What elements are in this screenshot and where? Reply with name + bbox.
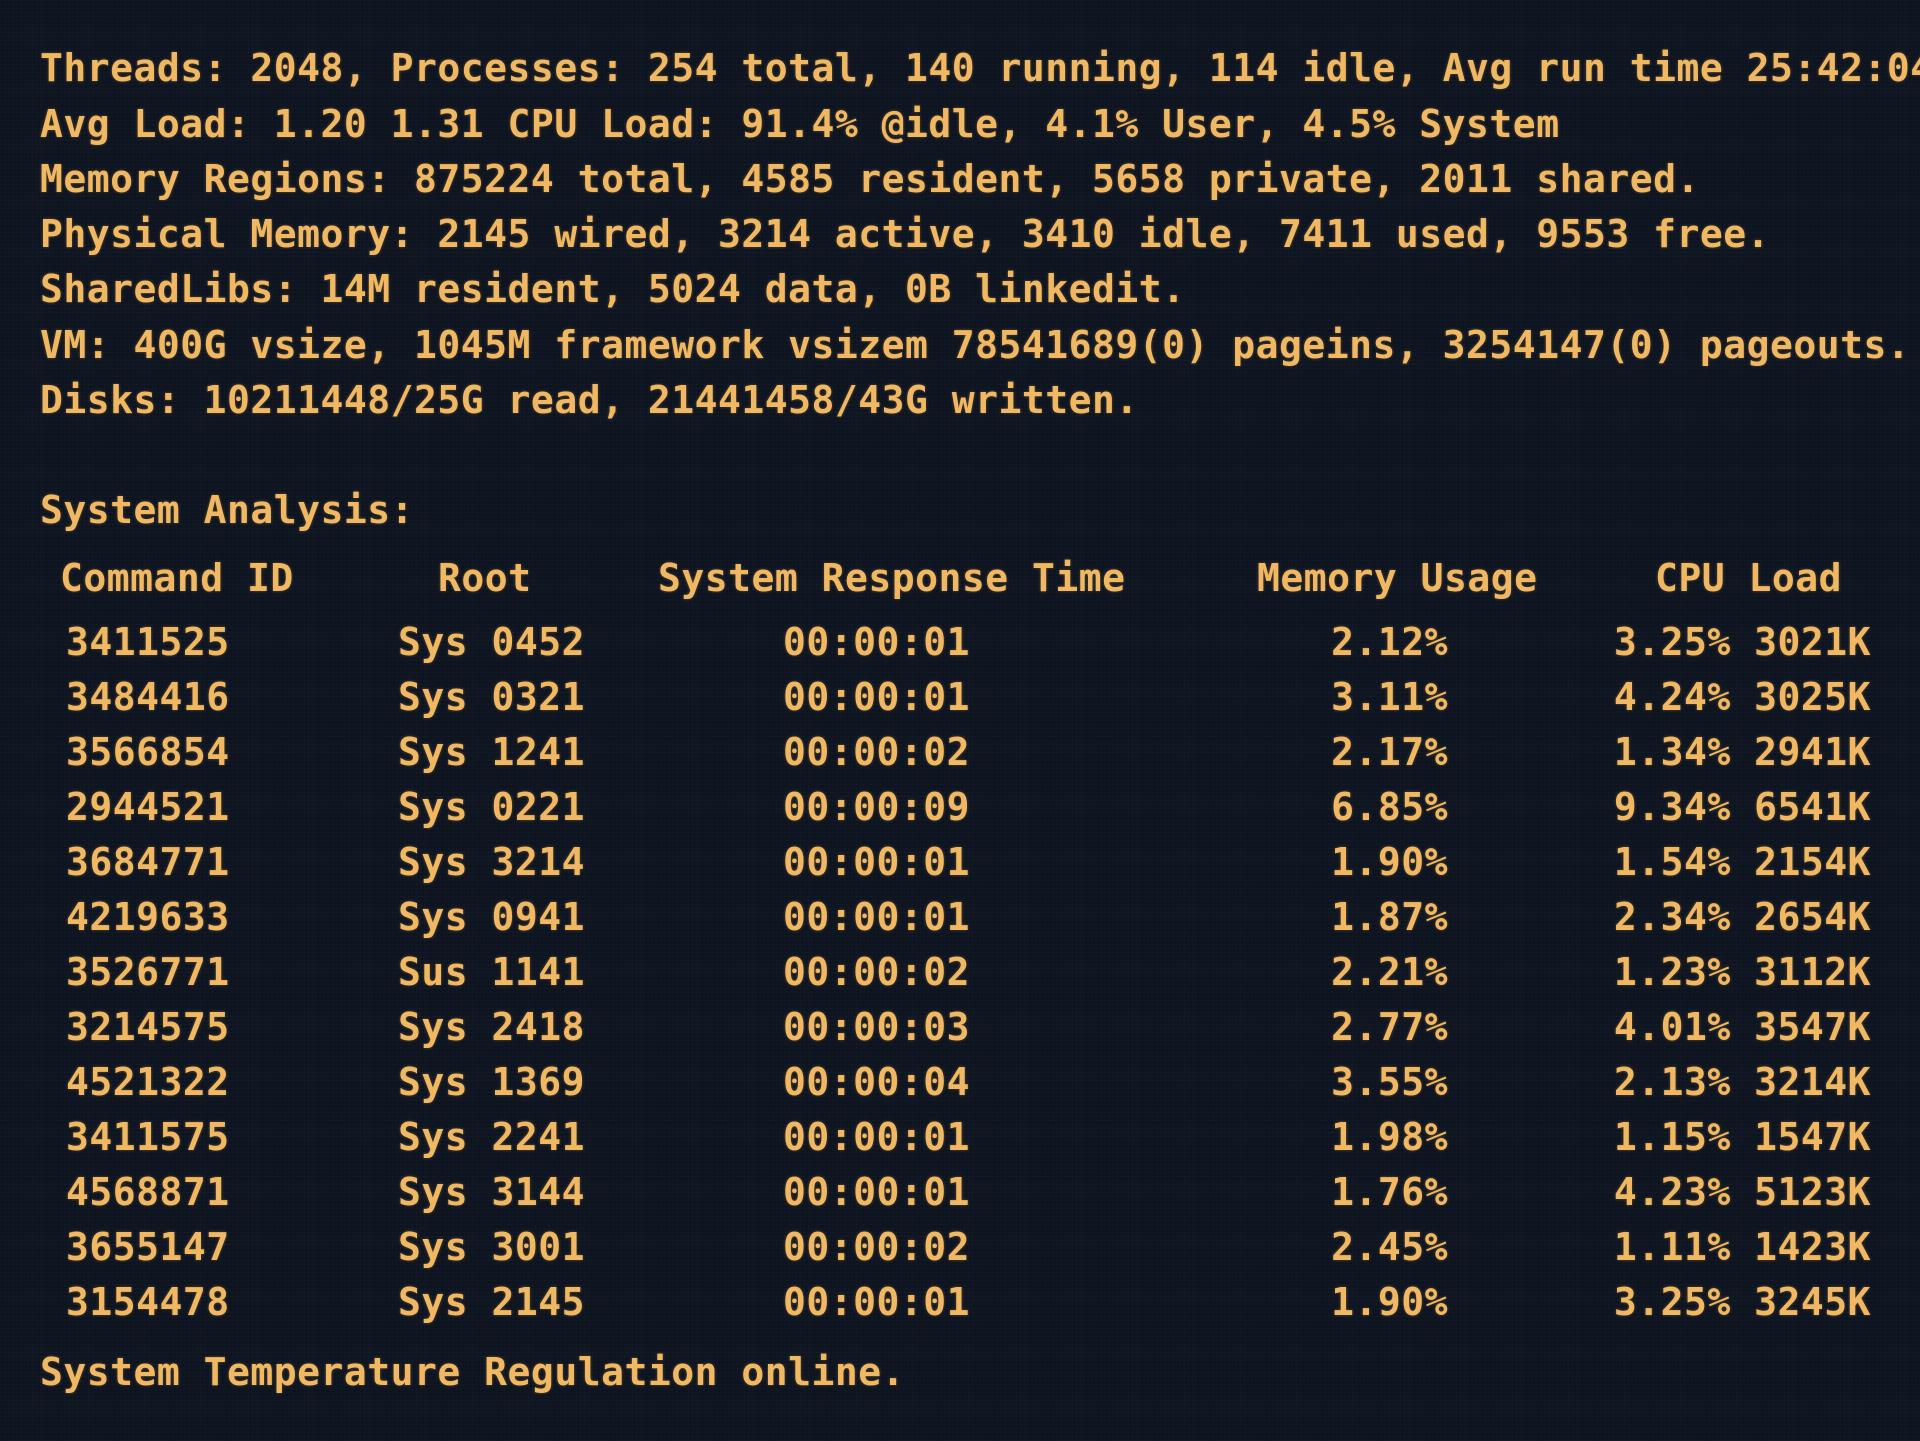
cell-memory-usage: 2.21% (1331, 950, 1448, 994)
cell-command-id: 3566854 (66, 730, 230, 774)
cell-command-id: 3411575 (66, 1115, 230, 1159)
cell-root: Sys 2241 (398, 1115, 586, 1159)
threads-summary-line: Threads: 2048, Processes: 254 total, 140… (40, 46, 1920, 90)
cell-memory-usage: 3.55% (1331, 1060, 1448, 1104)
cell-cpu-load: 4.24% 3025K (1613, 675, 1871, 719)
cell-root: Sys 0321 (398, 675, 586, 719)
cell-root: Sys 2145 (398, 1280, 586, 1324)
cell-cpu-load: 1.34% 2941K (1613, 730, 1871, 774)
cell-memory-usage: 2.45% (1331, 1225, 1448, 1269)
cell-root: Sys 3001 (398, 1225, 586, 1269)
cell-root: Sys 0221 (398, 785, 586, 829)
cell-root: Sys 2418 (398, 1005, 586, 1049)
cell-memory-usage: 1.90% (1331, 840, 1448, 884)
cell-root: Sys 3214 (398, 840, 586, 884)
column-header-command-id: Command ID (60, 556, 294, 600)
cell-command-id: 4568871 (66, 1170, 230, 1214)
load-summary-line: Avg Load: 1.20 1.31 CPU Load: 91.4% @idl… (40, 102, 1560, 146)
cell-command-id: 4219633 (66, 895, 230, 939)
cell-command-id: 3484416 (66, 675, 230, 719)
cell-command-id: 3411525 (66, 620, 230, 664)
cell-memory-usage: 1.87% (1331, 895, 1448, 939)
cell-memory-usage: 2.77% (1331, 1005, 1448, 1049)
column-header-memory-usage: Memory Usage (1257, 556, 1538, 600)
cell-response-time: 00:00:01 (783, 840, 971, 884)
cell-memory-usage: 3.11% (1331, 675, 1448, 719)
cell-cpu-load: 1.23% 3112K (1613, 950, 1871, 994)
cell-cpu-load: 3.25% 3245K (1613, 1280, 1871, 1324)
cell-response-time: 00:00:01 (783, 1280, 971, 1324)
cell-root: Sys 1369 (398, 1060, 586, 1104)
status-line: System Temperature Regulation online. (40, 1350, 905, 1394)
cell-command-id: 3526771 (66, 950, 230, 994)
column-header-response-time: System Response Time (658, 556, 1126, 600)
cell-cpu-load: 2.13% 3214K (1613, 1060, 1871, 1104)
cell-command-id: 3154478 (66, 1280, 230, 1324)
cell-command-id: 4521322 (66, 1060, 230, 1104)
cell-memory-usage: 2.17% (1331, 730, 1448, 774)
cell-cpu-load: 2.34% 2654K (1613, 895, 1871, 939)
terminal-window: Threads: 2048, Processes: 254 total, 140… (0, 0, 1920, 1441)
cell-cpu-load: 1.54% 2154K (1613, 840, 1871, 884)
cell-response-time: 00:00:04 (783, 1060, 971, 1104)
cell-response-time: 00:00:02 (783, 950, 971, 994)
cell-response-time: 00:00:01 (783, 675, 971, 719)
cell-root: Sys 3144 (398, 1170, 586, 1214)
cell-cpu-load: 1.15% 1547K (1613, 1115, 1871, 1159)
cell-root: Sys 0452 (398, 620, 586, 664)
cell-cpu-load: 3.25% 3021K (1613, 620, 1871, 664)
cell-cpu-load: 4.23% 5123K (1613, 1170, 1871, 1214)
cell-cpu-load: 4.01% 3547K (1613, 1005, 1871, 1049)
cell-response-time: 00:00:09 (783, 785, 971, 829)
physical-memory-line: Physical Memory: 2145 wired, 3214 active… (40, 212, 1770, 256)
disks-line: Disks: 10211448/25G read, 21441458/43G w… (40, 378, 1139, 422)
cell-command-id: 3684771 (66, 840, 230, 884)
cell-cpu-load: 9.34% 6541K (1613, 785, 1871, 829)
column-header-cpu-load: CPU Load (1655, 556, 1843, 600)
memory-regions-line: Memory Regions: 875224 total, 4585 resid… (40, 157, 1700, 201)
vm-line: VM: 400G vsize, 1045M framework vsizem 7… (40, 323, 1911, 367)
cell-memory-usage: 6.85% (1331, 785, 1448, 829)
cell-root: Sus 1141 (398, 950, 586, 994)
cell-command-id: 2944521 (66, 785, 230, 829)
cell-memory-usage: 1.76% (1331, 1170, 1448, 1214)
cell-memory-usage: 1.90% (1331, 1280, 1448, 1324)
cell-response-time: 00:00:03 (783, 1005, 971, 1049)
cell-response-time: 00:00:01 (783, 620, 971, 664)
cell-cpu-load: 1.11% 1423K (1613, 1225, 1871, 1269)
cell-response-time: 00:00:02 (783, 1225, 971, 1269)
cell-response-time: 00:00:01 (783, 1115, 971, 1159)
cell-command-id: 3214575 (66, 1005, 230, 1049)
cell-root: Sys 0941 (398, 895, 586, 939)
analysis-title: System Analysis: (40, 488, 415, 532)
cell-command-id: 3655147 (66, 1225, 230, 1269)
cell-response-time: 00:00:02 (783, 730, 971, 774)
cell-memory-usage: 2.12% (1331, 620, 1448, 664)
sharedlibs-line: SharedLibs: 14M resident, 5024 data, 0B … (40, 267, 1186, 311)
cell-root: Sys 1241 (398, 730, 586, 774)
column-header-root: Root (438, 556, 532, 600)
cell-memory-usage: 1.98% (1331, 1115, 1448, 1159)
cell-response-time: 00:00:01 (783, 895, 971, 939)
cell-response-time: 00:00:01 (783, 1170, 971, 1214)
